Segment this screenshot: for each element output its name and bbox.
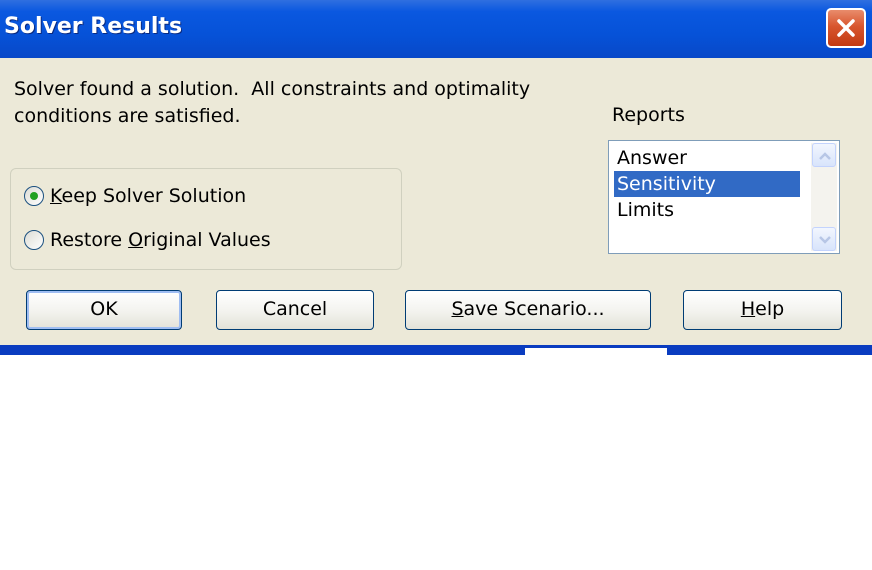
mnemonic-o: O	[128, 229, 144, 251]
report-item-answer[interactable]: Answer	[614, 145, 800, 171]
chevron-up-icon	[819, 152, 831, 160]
status-message: Solver found a solution. All constraints…	[14, 76, 594, 130]
restore-values-label-rest: riginal Values	[143, 229, 271, 251]
save-scenario-label-rest: ave Scenario...	[463, 298, 605, 320]
help-label-rest: elp	[755, 298, 785, 320]
help-button[interactable]: Help	[683, 290, 842, 330]
keep-solver-solution-option[interactable]: Keep Solver Solution	[24, 182, 246, 210]
close-button[interactable]	[826, 8, 866, 48]
restore-values-label-pre: Restore	[50, 229, 129, 251]
radio-selected-dot	[30, 192, 38, 200]
window-bottom-edge	[0, 345, 872, 355]
status-message-line-2: conditions are satisfied.	[14, 105, 241, 127]
mnemonic-h: H	[740, 298, 756, 320]
restore-original-values-option[interactable]: Restore Original Values	[24, 226, 271, 254]
solver-results-dialog: Solver Results Solver found a solution. …	[0, 0, 872, 355]
keep-solution-label-rest: eep Solver Solution	[61, 185, 247, 207]
report-item-limits[interactable]: Limits	[614, 197, 800, 223]
ok-button[interactable]: OK	[26, 290, 182, 330]
cancel-button[interactable]: Cancel	[216, 290, 374, 330]
scroll-up-button[interactable]	[812, 143, 836, 167]
report-item-sensitivity[interactable]: Sensitivity	[614, 171, 800, 197]
cancel-button-label: Cancel	[262, 298, 328, 320]
close-icon	[837, 19, 855, 37]
reports-label: Reports	[612, 104, 685, 126]
background-window-gap	[525, 348, 667, 355]
reports-listbox[interactable]: Answer Sensitivity Limits	[608, 140, 840, 254]
chevron-down-icon	[819, 236, 831, 244]
reports-scrollbar[interactable]	[811, 143, 837, 251]
window-title: Solver Results	[4, 14, 183, 39]
title-bar[interactable]: Solver Results	[0, 0, 872, 58]
keep-solution-label: Keep Solver Solution	[50, 185, 246, 207]
save-scenario-button[interactable]: Save Scenario...	[405, 290, 651, 330]
mnemonic-k: K	[50, 185, 62, 207]
restore-values-radio[interactable]	[24, 230, 44, 250]
status-message-line-1: Solver found a solution. All constraints…	[14, 78, 531, 100]
keep-solution-radio[interactable]	[24, 186, 44, 206]
mnemonic-s: S	[451, 298, 464, 320]
restore-values-label: Restore Original Values	[50, 229, 271, 251]
ok-button-label: OK	[90, 298, 118, 320]
scroll-down-button[interactable]	[812, 227, 836, 251]
